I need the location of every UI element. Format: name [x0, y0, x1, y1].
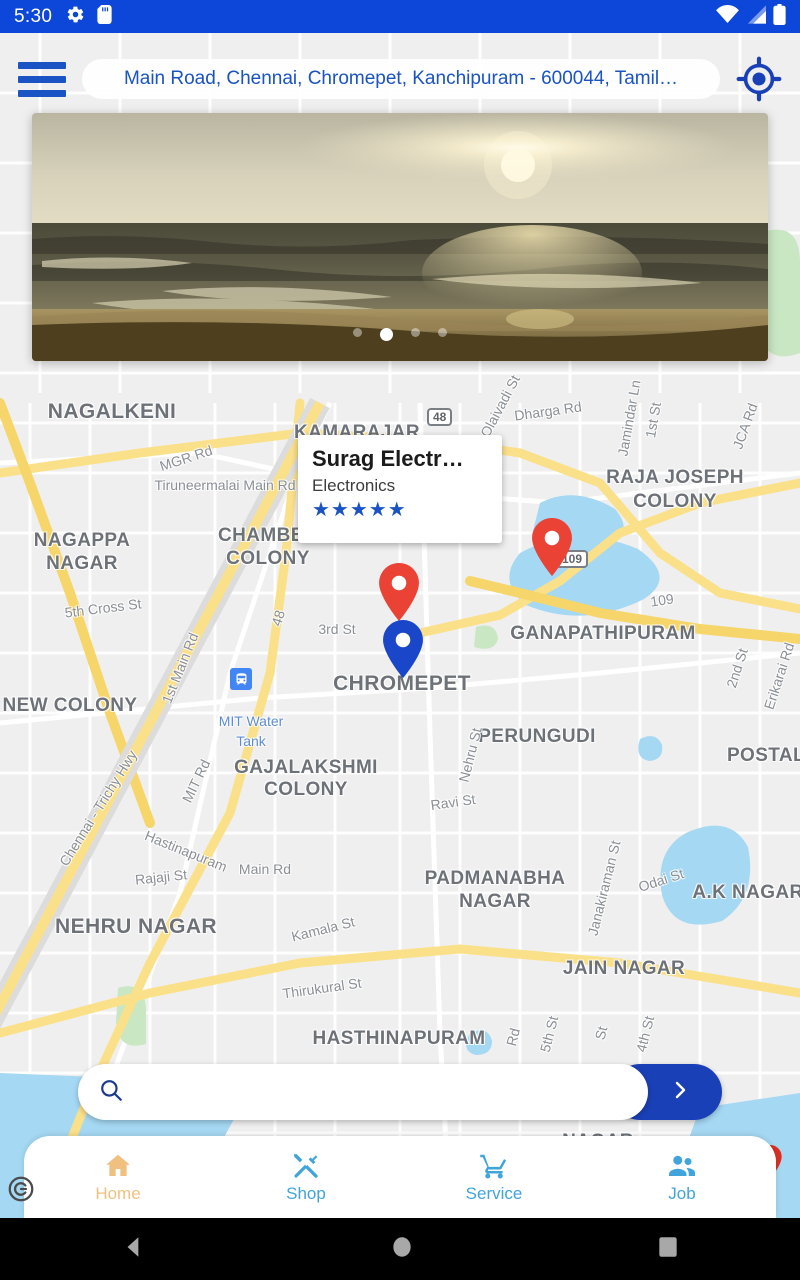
shop-marker-red-secondary[interactable]	[530, 518, 574, 576]
map-area-label: GAJALAKSHMI	[234, 757, 378, 778]
map-area-label: PADMANABHA	[424, 868, 566, 889]
map-street-label: 3rd St	[318, 621, 356, 637]
map-street-label: Tank	[236, 733, 266, 749]
tools-icon	[291, 1151, 321, 1181]
top-bar: Main Road, Chennai, Chromepet, Kanchipur…	[0, 48, 800, 110]
nav-item-label: Job	[668, 1183, 696, 1203]
transit-station-icon	[230, 668, 252, 690]
rating-stars: ★★★★★	[312, 499, 407, 522]
nav-item-label: Service	[465, 1183, 523, 1203]
map-street-label: 109	[649, 590, 675, 610]
map-area-label: A.K NAGAR	[692, 882, 800, 903]
nav-item-label: Home	[95, 1183, 141, 1203]
my-location-icon[interactable]	[736, 56, 782, 102]
app-screen: 5:30 NAGALKENI KAMARAJAR RAJA JOSEPH COL…	[0, 0, 800, 1280]
map-area-label: PERUNGUDI	[478, 726, 596, 747]
nav-item-service[interactable]: Service	[400, 1136, 588, 1218]
map-area-label: RAJA JOSEPH	[606, 467, 744, 488]
people-icon	[667, 1151, 697, 1181]
home-button[interactable]	[389, 1234, 415, 1265]
address-text: Main Road, Chennai, Chromepet, Kanchipur…	[123, 68, 679, 89]
map-area-label: NAGAPPA	[33, 530, 131, 551]
carousel-dots[interactable]	[32, 328, 768, 341]
nav-item-shop[interactable]: Shop	[212, 1136, 400, 1218]
map-area-label: POSTAL	[726, 745, 800, 766]
place-title: Surag Electr…	[312, 447, 464, 471]
wifi-icon	[716, 4, 739, 29]
image-carousel[interactable]	[32, 113, 768, 361]
search-bar	[78, 1064, 722, 1120]
search-icon	[98, 1077, 124, 1108]
bottom-navigation: Home Shop Service Job	[24, 1136, 776, 1218]
map-street-label: MIT Water	[218, 713, 284, 729]
map-street-label: Main Rd	[238, 861, 292, 877]
gear-icon	[66, 5, 85, 29]
route-shield: 48	[427, 408, 453, 426]
status-bar: 5:30	[0, 0, 800, 33]
shopping-cart-icon	[479, 1151, 509, 1181]
shop-marker-red[interactable]	[377, 563, 421, 621]
carousel-dot[interactable]	[353, 328, 362, 337]
carousel-dot[interactable]	[411, 328, 420, 337]
map-area-label: GANAPATHIPURAM	[510, 623, 696, 644]
google-copyright-icon	[6, 1174, 36, 1204]
address-bar[interactable]: Main Road, Chennai, Chromepet, Kanchipur…	[82, 59, 720, 99]
carousel-dot[interactable]	[438, 328, 447, 337]
map-area-label: NEW COLONY	[2, 695, 138, 716]
status-bar-time: 5:30	[14, 5, 53, 27]
nav-item-job[interactable]: Job	[588, 1136, 776, 1218]
current-location-marker-blue[interactable]	[381, 620, 425, 678]
map-area-label: NAGAR	[46, 553, 118, 574]
sd-card-icon	[97, 4, 112, 29]
map-area-label: COLONY	[226, 548, 310, 569]
recents-button[interactable]	[657, 1234, 679, 1265]
map-area-label: HASTHINAPURAM	[312, 1028, 486, 1049]
map-area-label: COLONY	[264, 779, 348, 800]
carousel-dot[interactable]	[380, 328, 393, 341]
map-area-label: NAGAR	[459, 891, 531, 912]
map-street-label: Tiruneermalai Main Rd	[154, 477, 296, 493]
cellular-signal-icon	[746, 4, 766, 29]
map-area-label: NAGALKENI	[47, 400, 177, 423]
map-area-label: JAIN NAGAR	[562, 958, 686, 979]
chevron-right-icon	[668, 1078, 692, 1107]
beach-sunset-photo	[32, 113, 768, 361]
hamburger-menu-icon[interactable]	[18, 59, 66, 99]
search-input[interactable]	[136, 1081, 628, 1103]
nav-item-label: Shop	[286, 1183, 326, 1203]
map-area-label: COLONY	[633, 491, 717, 512]
home-icon	[103, 1151, 133, 1181]
battery-icon	[773, 3, 786, 30]
android-navigation-bar	[0, 1218, 800, 1280]
place-info-card[interactable]: Surag Electr… Electronics ★★★★★	[298, 435, 502, 543]
nav-item-home[interactable]: Home	[24, 1136, 212, 1218]
place-category: Electronics	[312, 476, 396, 496]
search-field[interactable]	[78, 1064, 648, 1120]
map-area-label: NEHRU NAGAR	[55, 915, 217, 938]
back-button[interactable]	[121, 1234, 147, 1265]
